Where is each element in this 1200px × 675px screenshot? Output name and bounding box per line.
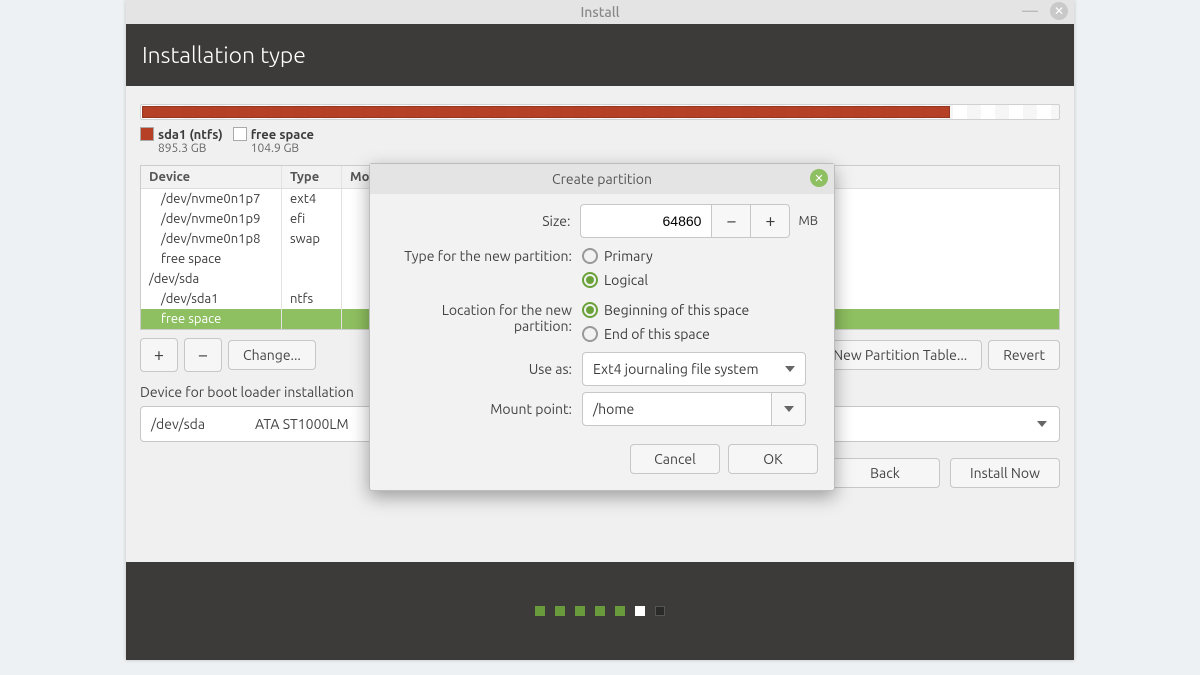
ok-button[interactable]: OK bbox=[728, 444, 818, 474]
size-label: Size: bbox=[386, 213, 580, 229]
legend-size: 104.9 GB bbox=[251, 142, 314, 155]
bootloader-device: /dev/sda bbox=[151, 416, 205, 432]
page-title: Installation type bbox=[142, 43, 306, 68]
useas-row: Use as: Ext4 journaling file system bbox=[386, 352, 818, 386]
mount-dropdown-button[interactable] bbox=[772, 392, 806, 426]
create-partition-dialog: Create partition Size: − + MB Type for t… bbox=[369, 163, 835, 491]
page-header: Installation type bbox=[126, 24, 1074, 86]
add-button[interactable]: + bbox=[140, 338, 178, 372]
dialog-buttons: Cancel OK bbox=[386, 444, 818, 474]
back-button[interactable]: Back bbox=[830, 458, 940, 488]
cell-type bbox=[281, 269, 341, 289]
radio-primary[interactable]: Primary bbox=[582, 244, 818, 268]
mount-label: Mount point: bbox=[386, 401, 582, 417]
new-partition-table-button[interactable]: New Partition Table... bbox=[818, 340, 982, 370]
radio-end[interactable]: End of this space bbox=[582, 322, 818, 346]
useas-label: Use as: bbox=[386, 361, 582, 377]
cell-device: /dev/nvme0n1p7 bbox=[141, 189, 281, 209]
location-label: Location for the new partition: bbox=[386, 298, 582, 334]
minimize-icon[interactable]: — bbox=[1022, 2, 1038, 20]
size-input[interactable] bbox=[580, 204, 712, 238]
disk-legend: sda1 (ntfs) 895.3 GB free space 104.9 GB bbox=[140, 126, 1060, 155]
legend-title: free space bbox=[251, 128, 314, 142]
size-row: Size: − + MB bbox=[386, 204, 818, 238]
cell-device: free space bbox=[141, 249, 281, 269]
disk-usage-bar bbox=[140, 104, 1060, 120]
radio-label: Beginning of this space bbox=[604, 302, 749, 318]
size-increment-button[interactable]: + bbox=[750, 204, 790, 238]
dialog-title: Create partition bbox=[552, 171, 652, 187]
dialog-title-bar: Create partition bbox=[370, 164, 834, 194]
cell-type: ext4 bbox=[281, 189, 341, 209]
size-spinner: − + MB bbox=[580, 204, 818, 238]
progress-dot bbox=[595, 606, 605, 616]
dialog-body: Size: − + MB Type for the new partition:… bbox=[370, 194, 834, 490]
radio-label: Primary bbox=[604, 248, 653, 264]
progress-dot bbox=[655, 606, 665, 616]
cell-device: free space bbox=[141, 309, 281, 329]
progress-dot bbox=[615, 606, 625, 616]
radio-label: End of this space bbox=[604, 326, 710, 342]
useas-select[interactable]: Ext4 journaling file system bbox=[582, 352, 806, 386]
size-unit: MB bbox=[798, 214, 818, 228]
progress-dot bbox=[535, 606, 545, 616]
window-title: Install bbox=[580, 4, 619, 20]
chevron-down-icon bbox=[785, 366, 795, 372]
install-now-button[interactable]: Install Now bbox=[950, 458, 1060, 488]
cell-device: /dev/nvme0n1p9 bbox=[141, 209, 281, 229]
radio-icon bbox=[582, 326, 598, 342]
radio-icon bbox=[582, 302, 598, 318]
progress-dot bbox=[635, 606, 645, 616]
swatch-icon bbox=[233, 127, 247, 141]
remove-button[interactable]: − bbox=[184, 338, 222, 372]
mount-row: Mount point: /home bbox=[386, 392, 818, 426]
radio-icon bbox=[582, 248, 598, 264]
progress-dots bbox=[126, 562, 1074, 660]
cell-type: ntfs bbox=[281, 289, 341, 309]
cell-device: /dev/sda1 bbox=[141, 289, 281, 309]
disk-used-segment bbox=[142, 106, 950, 118]
radio-label: Logical bbox=[604, 272, 648, 288]
legend-sda1: sda1 (ntfs) 895.3 GB bbox=[140, 126, 223, 155]
chevron-down-icon bbox=[784, 406, 794, 412]
close-icon[interactable] bbox=[1050, 2, 1068, 20]
change-button[interactable]: Change... bbox=[228, 340, 316, 370]
titlebar: Install — bbox=[126, 0, 1074, 24]
location-row: Location for the new partition: Beginnin… bbox=[386, 298, 818, 346]
cancel-button[interactable]: Cancel bbox=[630, 444, 720, 474]
legend-title: sda1 (ntfs) bbox=[158, 128, 223, 142]
cell-type: efi bbox=[281, 209, 341, 229]
cell-device: /dev/sda bbox=[141, 269, 281, 289]
radio-icon bbox=[582, 272, 598, 288]
useas-value: Ext4 journaling file system bbox=[593, 361, 759, 377]
progress-dot bbox=[575, 606, 585, 616]
swatch-icon bbox=[140, 127, 154, 141]
radio-beginning[interactable]: Beginning of this space bbox=[582, 298, 818, 322]
bootloader-desc: ATA ST1000LM bbox=[255, 416, 349, 432]
col-type[interactable]: Type bbox=[281, 166, 341, 188]
type-row: Type for the new partition: Primary Logi… bbox=[386, 244, 818, 292]
location-options: Beginning of this space End of this spac… bbox=[582, 298, 818, 346]
cell-device: /dev/nvme0n1p8 bbox=[141, 229, 281, 249]
cell-type: swap bbox=[281, 229, 341, 249]
cell-type bbox=[281, 249, 341, 269]
legend-size: 895.3 GB bbox=[158, 142, 223, 155]
dialog-close-icon[interactable] bbox=[810, 169, 828, 187]
mount-value[interactable]: /home bbox=[582, 392, 772, 426]
col-device[interactable]: Device bbox=[141, 166, 281, 188]
mount-combo[interactable]: /home bbox=[582, 392, 818, 426]
cell-type bbox=[281, 309, 341, 329]
radio-logical[interactable]: Logical bbox=[582, 268, 818, 292]
size-decrement-button[interactable]: − bbox=[711, 204, 751, 238]
legend-free: free space 104.9 GB bbox=[233, 126, 314, 155]
type-options: Primary Logical bbox=[582, 244, 818, 292]
progress-dot bbox=[555, 606, 565, 616]
type-label: Type for the new partition: bbox=[386, 244, 582, 264]
chevron-down-icon bbox=[1037, 421, 1047, 427]
revert-button[interactable]: Revert bbox=[988, 340, 1060, 370]
